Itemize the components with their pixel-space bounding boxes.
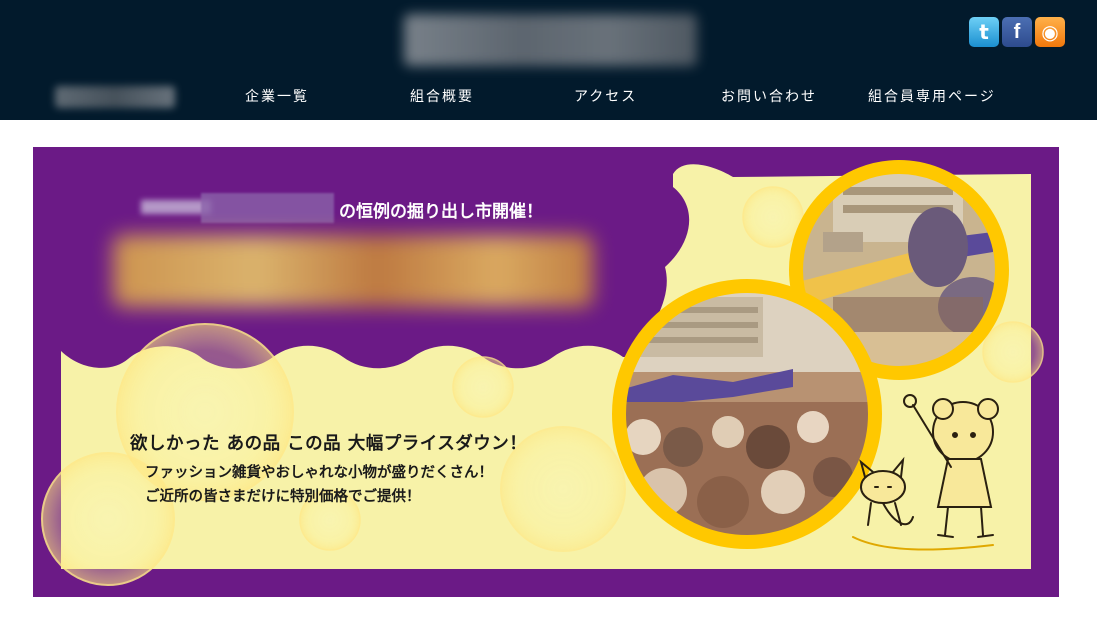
site-header: t f ◉ 企業一覧 組合概要 アクセス お問い合わせ 組合員専用ページ xyxy=(0,0,1097,120)
nav-item-contact[interactable]: お問い合わせ xyxy=(721,86,817,108)
banner-text-line2: ご近所の皆さまだけに特別価格でご提供！ xyxy=(145,489,421,505)
main-nav: 企業一覧 組合概要 アクセス お問い合わせ 組合員専用ページ xyxy=(0,86,1097,110)
banner-artwork xyxy=(41,160,1044,586)
nav-item-members[interactable]: 組合員専用ページ xyxy=(868,86,996,108)
rss-icon[interactable]: ◉ xyxy=(1035,17,1065,47)
banner-title-blurred xyxy=(113,235,593,307)
nav-item-home[interactable] xyxy=(55,86,175,108)
banner-kicker: の恒例の掘り出し市開催！ xyxy=(339,202,543,222)
nav-item-about[interactable]: 組合概要 xyxy=(410,86,474,108)
nav-item-access[interactable]: アクセス xyxy=(574,86,637,108)
event-banner[interactable]: の恒例の掘り出し市開催！ 欲しかった あの品 この品 大幅プライスダウン！ ファ… xyxy=(33,147,1059,597)
banner-text-line1: ファッション雑貨やおしゃれな小物が盛りだくさん！ xyxy=(145,465,493,481)
banner-headline: 欲しかった あの品 この品 大幅プライスダウン！ xyxy=(130,434,528,454)
nav-item-companies[interactable]: 企業一覧 xyxy=(245,86,309,108)
facebook-icon[interactable]: f xyxy=(1002,17,1032,47)
twitter-icon[interactable]: t xyxy=(969,17,999,47)
kicker-name-blurred xyxy=(201,193,334,223)
site-logo[interactable] xyxy=(404,14,697,66)
